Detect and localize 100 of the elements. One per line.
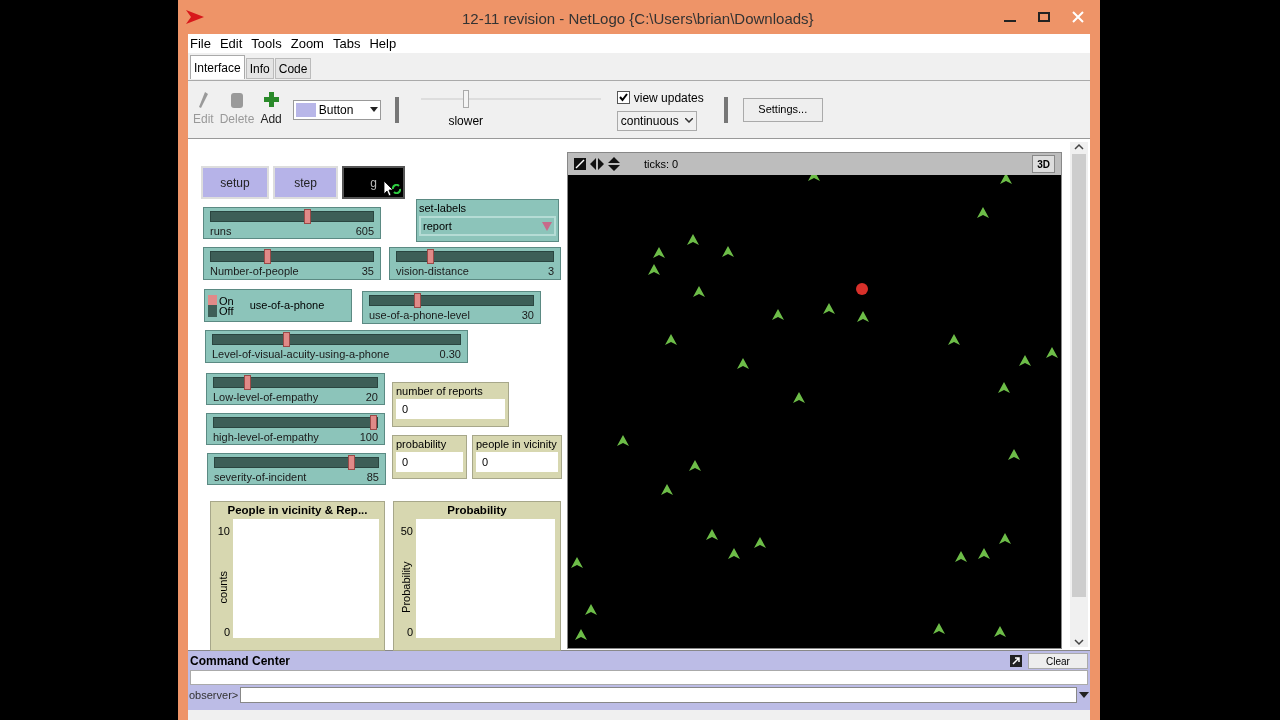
on-label: On	[219, 295, 234, 306]
slider[interactable]: severity-of-incident 85	[207, 453, 386, 485]
ticks-counter: ticks: 0	[644, 156, 679, 172]
monitor-value: 0	[396, 399, 505, 419]
model-button[interactable]: g	[342, 166, 405, 199]
command-center-title: Command Center	[190, 652, 290, 670]
update-mode-dropdown[interactable]: continuous	[616, 110, 697, 131]
off-label: Off	[219, 305, 234, 316]
speed-label: slower	[448, 112, 484, 130]
scrollbar[interactable]	[1070, 142, 1088, 647]
slider[interactable]: runs 605	[203, 207, 381, 239]
plot-title: Probability	[446, 503, 508, 518]
pencil-icon	[198, 91, 209, 108]
widget-type-icon	[295, 102, 316, 117]
menu-item[interactable]: Tabs	[332, 33, 361, 54]
tab[interactable]: Interface	[190, 55, 245, 79]
slider[interactable]: vision-distance 3	[389, 247, 561, 280]
slider-value: 35	[361, 264, 374, 278]
scroll-up-icon[interactable]	[1074, 142, 1084, 152]
speed-slider[interactable]	[420, 89, 601, 110]
y-axis-label: counts	[215, 570, 230, 606]
model-button[interactable]: setup	[201, 166, 269, 199]
y-axis-label: Probability	[398, 560, 413, 615]
clear-button[interactable]: Clear	[1028, 652, 1088, 669]
chooser[interactable]: set-labels report	[416, 199, 559, 242]
plot-title: People in vicinity & Rep...	[226, 503, 369, 518]
y-axis-max: 10	[217, 524, 230, 539]
horizontal-arrows-icon	[590, 158, 604, 170]
caret-icon	[542, 221, 552, 231]
slider-label: Low-level-of-empathy	[213, 390, 319, 404]
scroll-down-icon[interactable]	[1074, 637, 1084, 647]
switch[interactable]: On Off use-of-a-phone	[204, 289, 352, 322]
menu-item[interactable]: Edit	[219, 33, 243, 54]
caret-icon	[369, 107, 378, 112]
slider-label: vision-distance	[396, 264, 469, 278]
separator-bar	[723, 96, 728, 123]
slider-label: runs	[210, 224, 232, 238]
close-icon[interactable]	[1072, 11, 1084, 23]
slider[interactable]: Low-level-of-empathy 20	[206, 373, 385, 405]
command-input[interactable]	[240, 687, 1077, 703]
slider-thumb[interactable]	[304, 209, 311, 224]
slider-label: use-of-a-phone-level	[369, 308, 470, 322]
slider-label: high-level-of-empathy	[213, 430, 319, 444]
vertical-arrows-icon	[608, 157, 620, 171]
slider-thumb[interactable]	[243, 375, 251, 390]
switch-toggle[interactable]	[208, 294, 217, 317]
cursor-icon	[384, 181, 394, 196]
window-title: 12-11 revision - NetLogo {C:\Users\brian\Downloads}	[462, 9, 814, 29]
settings-button[interactable]: Settings...	[742, 97, 823, 122]
chooser-value: report	[423, 218, 452, 234]
trash-icon	[231, 91, 244, 108]
slider[interactable]: Number-of-people 35	[203, 247, 381, 280]
three-d-button[interactable]: 3D	[1032, 155, 1055, 173]
toolbar-button[interactable]: Add	[257, 91, 285, 128]
widget-type-dropdown[interactable]: Button	[292, 99, 381, 120]
switch-label: use-of-a-phone	[249, 298, 325, 314]
slider-value: 0.30	[439, 347, 461, 361]
slider-thumb[interactable]	[413, 293, 421, 308]
monitor-value: 0	[476, 452, 558, 472]
menu-item[interactable]: Tools	[251, 33, 282, 54]
slider[interactable]: high-level-of-empathy 100	[206, 413, 385, 445]
menu-item[interactable]: File	[190, 33, 211, 54]
slider[interactable]: use-of-a-phone-level 30	[362, 291, 541, 324]
slider-thumb[interactable]	[263, 249, 271, 264]
model-button[interactable]: step	[273, 166, 338, 199]
menu-item[interactable]: Zoom	[290, 33, 324, 54]
slider-value: 20	[365, 390, 378, 404]
wrap-icon	[574, 158, 586, 170]
monitor-label: probability	[396, 437, 448, 452]
slider[interactable]: Level-of-visual-acuity-using-a-phone 0.30	[205, 330, 468, 363]
menu-item[interactable]: Help	[369, 33, 397, 54]
slider-value: 30	[521, 308, 534, 322]
chevron-icon	[684, 118, 693, 123]
tab[interactable]: Code	[274, 58, 312, 79]
slider-thumb[interactable]	[347, 455, 355, 470]
separator-bar	[394, 96, 399, 123]
slider-thumb[interactable]	[282, 332, 290, 347]
logo-icon	[186, 10, 204, 24]
prompt-label: observer>	[189, 687, 239, 703]
y-axis-min: 0	[223, 625, 230, 640]
slider-thumb[interactable]	[426, 249, 434, 264]
tab[interactable]: Info	[245, 58, 274, 79]
monitor-label: people in vicinity	[476, 437, 558, 452]
caret-icon[interactable]	[1079, 692, 1089, 698]
check-icon	[618, 93, 628, 102]
chooser-label: set-labels	[419, 201, 468, 216]
slider-thumb[interactable]	[462, 89, 469, 108]
slider-label: Level-of-visual-acuity-using-a-phone	[212, 347, 390, 361]
slider-label: severity-of-incident	[214, 470, 307, 484]
slider-thumb[interactable]	[370, 415, 377, 430]
view-updates-checkbox[interactable]: view updates	[616, 88, 704, 107]
y-axis-max: 50	[400, 524, 413, 539]
slider-value: 100	[359, 430, 378, 444]
slider-value: 605	[355, 224, 374, 238]
slider-value: 3	[547, 264, 554, 278]
expand-icon[interactable]	[1010, 654, 1022, 667]
monitor-value: 0	[396, 452, 463, 472]
slider-value: 85	[366, 470, 379, 484]
plus-icon	[263, 91, 279, 107]
maximize-icon[interactable]	[1038, 12, 1050, 22]
